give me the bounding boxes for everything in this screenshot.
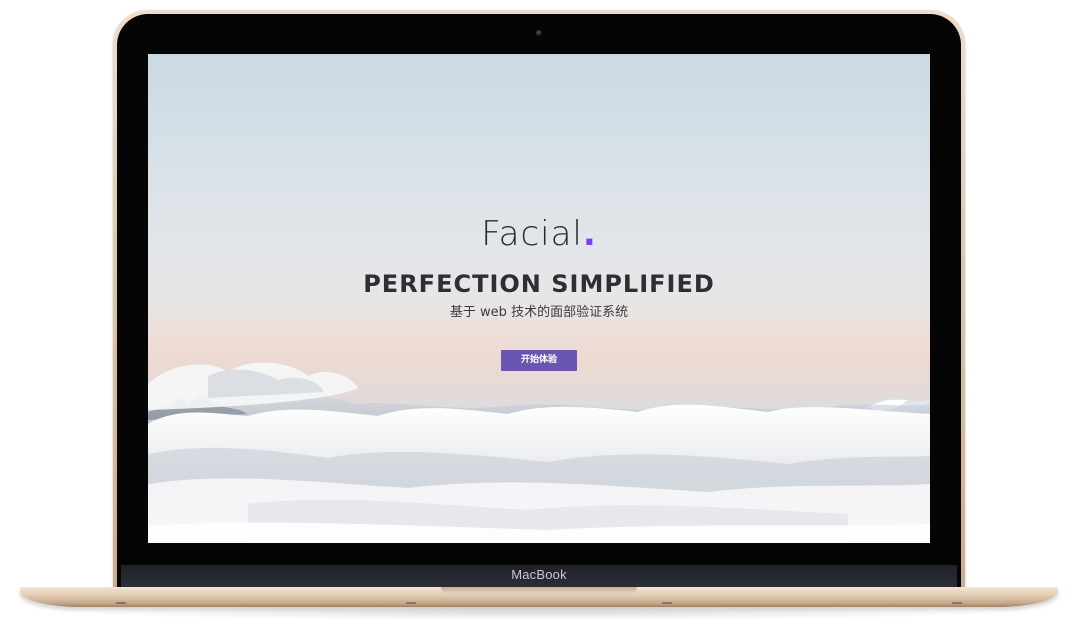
laptop-foot-center-left: [406, 602, 416, 604]
camera-icon: [536, 30, 542, 36]
laptop-foot-right: [952, 602, 962, 604]
laptop-mockup: Facial. PERFECTION SIMPLIFIED 基于 web 技术的…: [0, 0, 1078, 640]
start-experience-button[interactable]: 开始体验: [501, 350, 577, 371]
laptop-foot-left: [116, 602, 126, 604]
hero-subtitle: 基于 web 技术的面部验证系统: [449, 305, 629, 320]
laptop-shadow: [60, 606, 1018, 620]
logo-dot: .: [582, 214, 597, 254]
hero-headline: PERFECTION SIMPLIFIED: [363, 270, 715, 298]
website-screen: Facial. PERFECTION SIMPLIFIED 基于 web 技术的…: [148, 54, 930, 543]
cloud-sea-background: [148, 362, 930, 543]
site-logo[interactable]: Facial.: [148, 214, 930, 254]
laptop-hinge-notch: [441, 587, 637, 594]
logo-text: Facial: [481, 214, 583, 254]
laptop-foot-center-right: [662, 602, 672, 604]
macbook-label: MacBook: [511, 567, 567, 582]
hero-section: Facial. PERFECTION SIMPLIFIED 基于 web 技术的…: [148, 214, 930, 371]
